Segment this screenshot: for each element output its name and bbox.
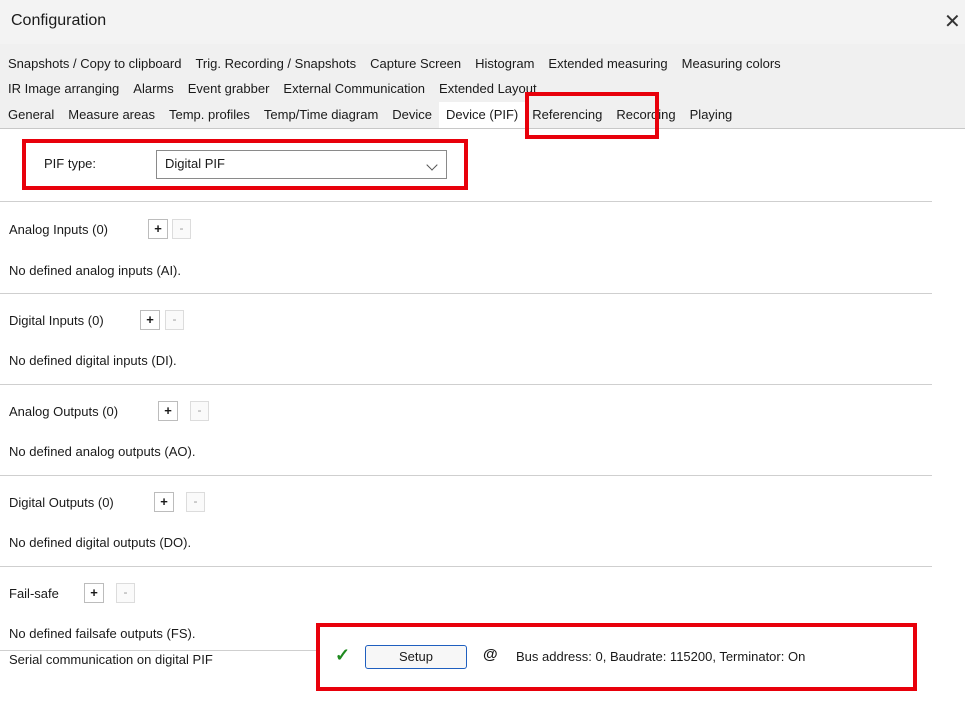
remove-digital-input-button[interactable]: - <box>165 310 184 330</box>
close-icon[interactable]: ✕ <box>944 9 961 34</box>
fail-safe-message: No defined failsafe outputs (FS). <box>9 626 196 641</box>
separator <box>0 293 932 294</box>
checkmark-icon: ✓ <box>335 645 351 665</box>
fail-safe-title: Fail-safe <box>9 586 59 601</box>
pif-type-select[interactable]: Digital PIF <box>156 150 447 179</box>
remove-analog-input-button[interactable]: - <box>172 219 191 239</box>
analog-outputs-message: No defined analog outputs (AO). <box>9 444 196 459</box>
highlight-active-tab <box>525 92 659 139</box>
bus-info-text: Bus address: 0, Baudrate: 115200, Termin… <box>516 649 806 664</box>
add-analog-input-button[interactable]: + <box>148 219 168 239</box>
tab-alarms[interactable]: Alarms <box>126 77 180 101</box>
remove-fail-safe-button[interactable]: - <box>116 583 135 603</box>
tab-device[interactable]: Device <box>385 102 439 128</box>
window-title: Configuration <box>11 12 107 29</box>
setup-button[interactable]: Setup <box>365 645 467 669</box>
digital-outputs-message: No defined digital outputs (DO). <box>9 535 192 550</box>
tab-row-1: Snapshots / Copy to clipboard Trig. Recor… <box>0 52 788 76</box>
serial-communication-label: Serial communication on digital PIF <box>9 652 213 667</box>
digital-outputs-title: Digital Outputs (0) <box>9 495 114 510</box>
add-digital-output-button[interactable]: + <box>154 492 174 512</box>
digital-inputs-message: No defined digital inputs (DI). <box>9 353 177 368</box>
tab-extended-measuring[interactable]: Extended measuring <box>541 52 674 76</box>
tab-event-grabber[interactable]: Event grabber <box>181 77 277 101</box>
chevron-down-icon <box>426 159 438 171</box>
separator <box>0 650 316 651</box>
tab-external-communication[interactable]: External Communication <box>276 77 432 101</box>
digital-inputs-title: Digital Inputs (0) <box>9 313 104 328</box>
tab-measuring-colors[interactable]: Measuring colors <box>675 52 788 76</box>
tab-ir-image-arranging[interactable]: IR Image arranging <box>0 77 126 101</box>
add-analog-output-button[interactable]: + <box>158 401 178 421</box>
analog-outputs-title: Analog Outputs (0) <box>9 404 119 419</box>
remove-analog-output-button[interactable]: - <box>190 401 209 421</box>
tab-temp-time-diagram[interactable]: Temp/Time diagram <box>257 102 385 128</box>
tab-device-pif[interactable]: Device (PIF) <box>439 102 526 128</box>
tab-trig-recording-snapshots[interactable]: Trig. Recording / Snapshots <box>188 52 363 76</box>
tab-temp-profiles[interactable]: Temp. profiles <box>162 102 257 128</box>
separator <box>0 384 932 385</box>
analog-inputs-message: No defined analog inputs (AI). <box>9 263 181 278</box>
add-digital-input-button[interactable]: + <box>140 310 160 330</box>
pif-type-value: Digital PIF <box>165 156 225 171</box>
tab-playing[interactable]: Playing <box>683 102 740 128</box>
add-fail-safe-button[interactable]: + <box>84 583 104 603</box>
separator <box>0 201 932 202</box>
at-sign-icon: @ <box>483 646 498 663</box>
tab-snapshots-copy-to-clipboard[interactable]: Snapshots / Copy to clipboard <box>0 52 188 76</box>
tab-row-2: IR Image arranging Alarms Event grabber Ext… <box>0 77 544 101</box>
separator <box>0 475 932 476</box>
title-bar: Configuration ✕ <box>0 0 965 44</box>
pif-type-label: PIF type: <box>44 156 97 171</box>
tab-general[interactable]: General <box>0 102 61 128</box>
separator <box>0 566 932 567</box>
tab-measure-areas[interactable]: Measure areas <box>61 102 162 128</box>
tab-histogram[interactable]: Histogram <box>468 52 541 76</box>
remove-digital-output-button[interactable]: - <box>186 492 205 512</box>
analog-inputs-title: Analog Inputs (0) <box>9 222 109 237</box>
tab-capture-screen[interactable]: Capture Screen <box>363 52 468 76</box>
